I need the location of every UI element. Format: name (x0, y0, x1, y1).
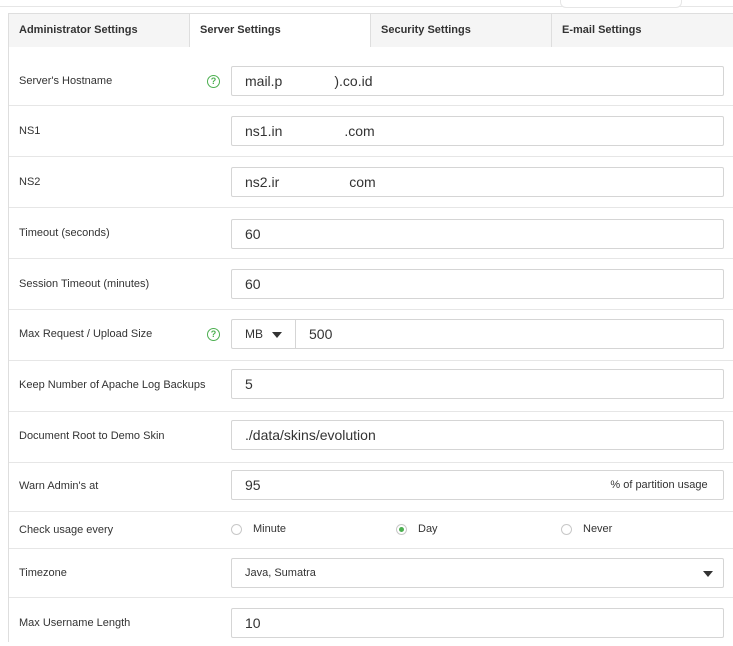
radio-selected-icon (396, 524, 407, 535)
session-timeout-input[interactable]: 60 (231, 269, 724, 299)
ns1-value-end: .com (344, 123, 375, 139)
row-timezone: Timezone Java, Sumatra (9, 549, 733, 598)
help-circle-icon[interactable]: ? (207, 328, 220, 341)
timeout-input[interactable]: 60 (231, 219, 724, 249)
row-apache-backups: Keep Number of Apache Log Backups 5 (9, 361, 733, 412)
ns2-input[interactable]: ns2.ir com (231, 167, 724, 197)
settings-tabs: Administrator Settings Server Settings S… (8, 13, 733, 48)
top-pill (560, 0, 682, 8)
row-ns2: NS2 ns2.ir com (9, 157, 733, 208)
row-ns1: NS1 ns1.in .com (9, 106, 733, 157)
help-circle-icon[interactable]: ? (207, 75, 220, 88)
warn-admin-input[interactable]: 95 (231, 470, 596, 500)
ns2-value-start: ns2.ir (245, 174, 280, 190)
upload-unit-select[interactable]: MB (231, 319, 296, 349)
caret-down-icon (703, 571, 713, 577)
timezone-label: Timezone (19, 567, 67, 579)
radio-minute-label: Minute (253, 523, 287, 535)
tab-administrator-settings[interactable]: Administrator Settings (9, 14, 190, 48)
top-strip (0, 0, 733, 14)
timezone-select[interactable]: Java, Sumatra (231, 558, 724, 588)
hostname-value-end: ).co.id (334, 73, 373, 89)
doc-root-input[interactable]: ./data/skins/evolution (231, 420, 724, 450)
doc-root-label: Document Root to Demo Skin (19, 430, 165, 442)
row-max-request: Max Request / Upload Size ? MB 500 (9, 310, 733, 361)
max-username-input[interactable]: 10 (231, 608, 724, 638)
max-request-label: Max Request / Upload Size (19, 328, 153, 340)
radio-never-label: Never (583, 523, 613, 535)
ns1-input[interactable]: ns1.in .com (231, 116, 724, 146)
row-warn-admin: Warn Admin's at 95 % of partition usage (9, 463, 733, 512)
ns2-value-end: com (349, 174, 376, 190)
apache-backups-input[interactable]: 5 (231, 369, 724, 399)
tab-email-settings[interactable]: E-mail Settings (552, 14, 733, 48)
timeout-label: Timeout (seconds) (19, 227, 110, 239)
server-settings-form: Server's Hostname ? mail.p ).co.id NS1 ns… (8, 47, 733, 642)
warn-admin-label: Warn Admin's at (19, 480, 99, 492)
max-request-input[interactable]: 500 (295, 319, 724, 349)
max-username-label: Max Username Length (19, 617, 131, 629)
row-max-username: Max Username Length 10 (9, 598, 733, 646)
timezone-value: Java, Sumatra (245, 567, 316, 579)
upload-unit-value: MB (245, 327, 263, 341)
row-check-usage: Check usage every Minute Day Never (9, 512, 733, 549)
ns2-label: NS2 (19, 176, 41, 188)
row-hostname: Server's Hostname ? mail.p ).co.id (9, 47, 733, 106)
radio-circle-icon (561, 524, 572, 535)
hostname-input[interactable]: mail.p ).co.id (231, 66, 724, 96)
row-timeout: Timeout (seconds) 60 (9, 208, 733, 259)
session-timeout-label: Session Timeout (minutes) (19, 278, 150, 290)
hostname-label: Server's Hostname (19, 75, 113, 87)
tab-server-settings[interactable]: Server Settings (190, 14, 371, 48)
tab-security-settings[interactable]: Security Settings (371, 14, 552, 48)
row-doc-root: Document Root to Demo Skin ./data/skins/… (9, 412, 733, 463)
radio-circle-icon (231, 524, 242, 535)
ns1-value-start: ns1.in (245, 123, 283, 139)
caret-down-icon (272, 332, 282, 338)
radio-day-label: Day (418, 523, 438, 535)
row-session-timeout: Session Timeout (minutes) 60 (9, 259, 733, 310)
hostname-value-start: mail.p (245, 73, 283, 89)
check-usage-label: Check usage every (19, 524, 114, 536)
ns1-label: NS1 (19, 125, 41, 137)
apache-backups-label: Keep Number of Apache Log Backups (19, 379, 206, 391)
partition-usage-addon: % of partition usage (595, 470, 724, 500)
